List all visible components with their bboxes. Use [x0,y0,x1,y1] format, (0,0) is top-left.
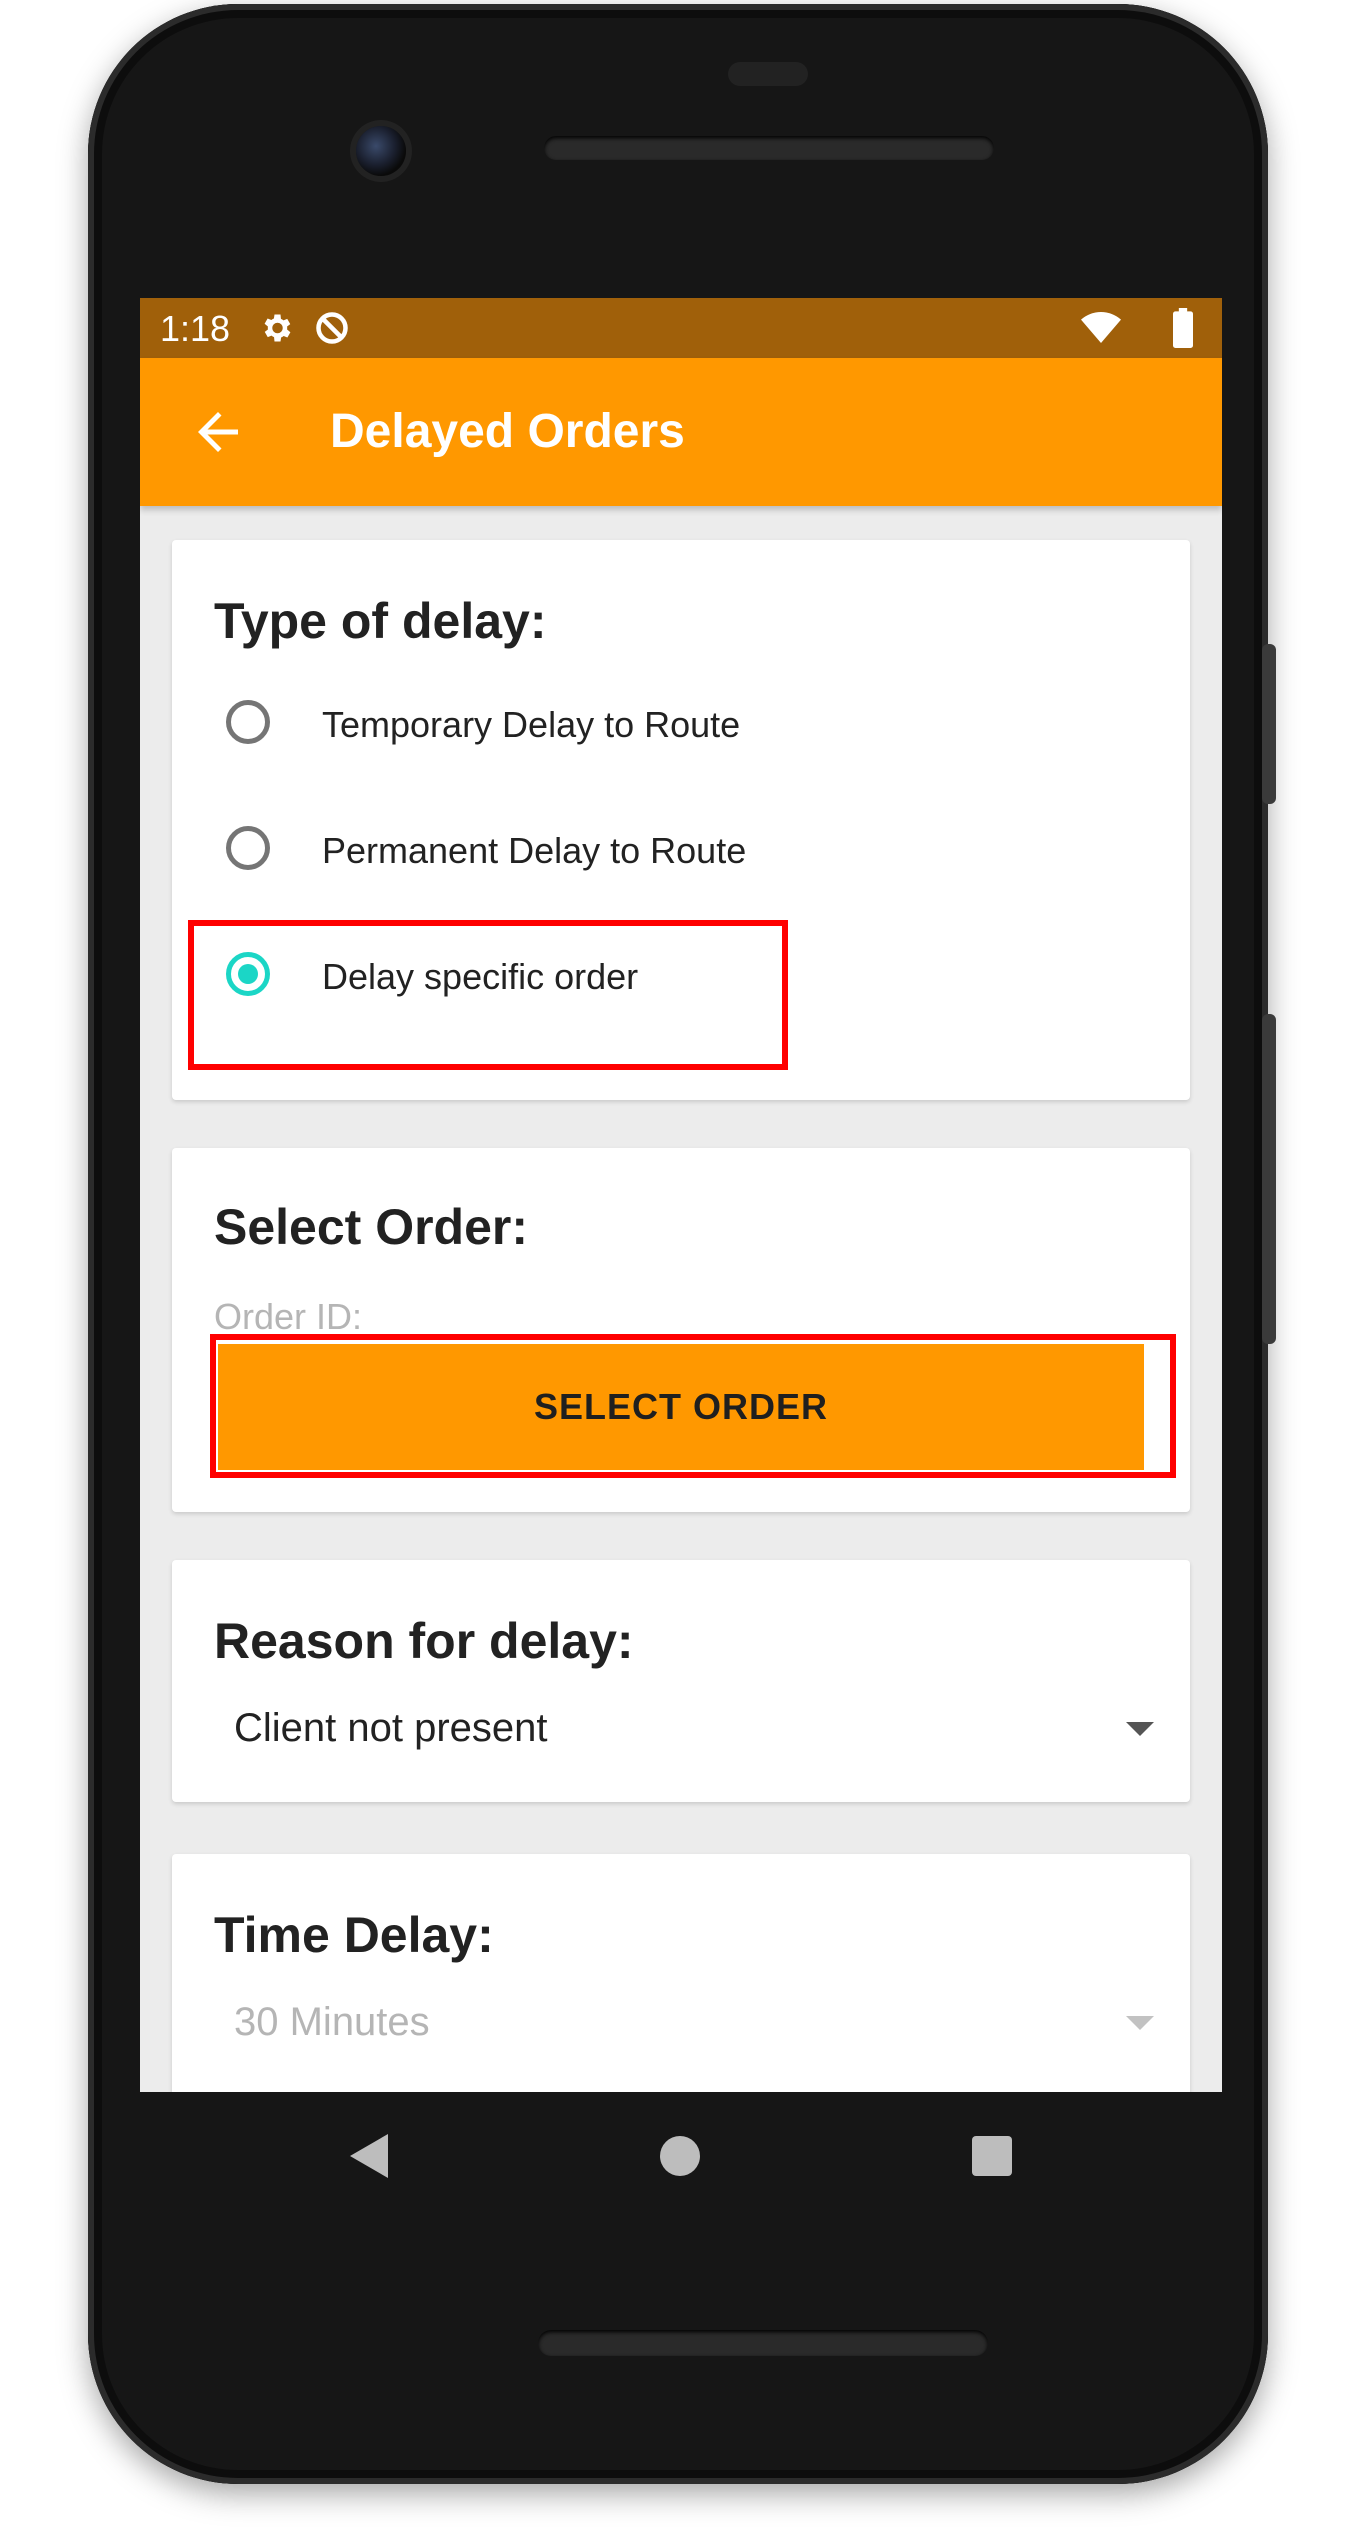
nav-recents-icon[interactable] [972,2136,1012,2176]
wifi-icon [1081,312,1121,343]
system-nav-bar [140,2092,1222,2232]
nav-home-icon[interactable] [660,2136,700,2176]
app-bar: Delayed Orders [140,358,1222,506]
gear-icon [264,314,291,342]
status-time: 1:18 [160,308,231,349]
nav-back-icon[interactable] [350,2134,388,2178]
power-button [1262,1014,1276,1344]
battery-icon [1173,308,1193,348]
delay-type-title: Type of delay: [214,593,547,649]
do-not-disturb-icon [316,312,348,344]
dropdown-caret-icon [1126,1722,1154,1736]
select-order-title: Select Order: [214,1199,529,1255]
dropdown-caret-icon [1126,2016,1154,2030]
radio-button[interactable] [226,826,270,870]
radio-label: Permanent Delay to Route [322,830,747,871]
arrow-back-icon[interactable] [188,402,248,462]
radio-permanent-delay[interactable]: Permanent Delay to Route [226,814,1106,894]
app-screen: 1:18 Delayed Orders Type of delay: Tempo… [140,298,1222,2092]
page-title: Delayed Orders [330,405,685,458]
reason-title: Reason for delay: [214,1613,634,1669]
radio-button[interactable] [226,700,270,744]
time-delay-title: Time Delay: [214,1907,494,1963]
front-camera-icon [356,126,406,176]
order-id-label: Order ID: [214,1296,363,1337]
time-delay-dropdown[interactable]: 30 Minutes [234,1986,1154,2066]
reason-card: Reason for delay: Client not present [172,1560,1190,1802]
time-delay-card: Time Delay: 30 Minutes [172,1854,1190,2092]
reason-dropdown[interactable]: Client not present [234,1692,1154,1772]
radio-label: Temporary Delay to Route [322,704,741,745]
highlight-box-button [210,1334,1176,1478]
highlight-box-radio [188,920,788,1070]
reason-selected-value: Client not present [234,1706,548,1750]
bottom-speaker [538,2330,988,2356]
proximity-sensor [728,62,808,86]
volume-button [1262,644,1276,804]
time-delay-selected-value: 30 Minutes [234,2000,430,2044]
status-bar: 1:18 [140,298,1222,358]
earpiece-speaker [544,136,994,160]
radio-temporary-delay[interactable]: Temporary Delay to Route [226,688,1106,768]
